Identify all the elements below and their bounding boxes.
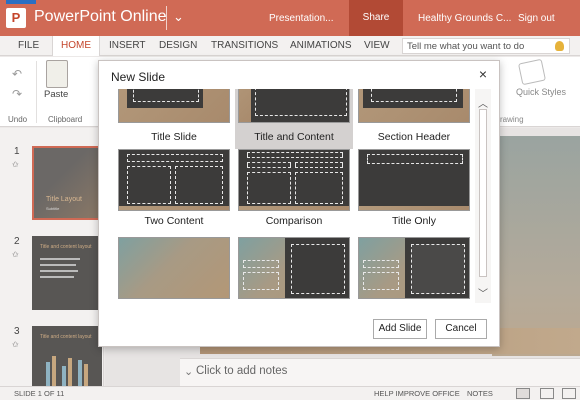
add-slide-button[interactable]: Add Slide bbox=[373, 319, 427, 339]
layout-two-content[interactable]: Two Content bbox=[115, 149, 233, 237]
slide-thumbnail-1[interactable]: Title Layout Subtitle bbox=[32, 146, 102, 220]
bullet-line bbox=[40, 258, 80, 260]
slide-thumbnail-2[interactable]: Title and content layout bbox=[32, 236, 102, 310]
paste-button-label[interactable]: Paste bbox=[44, 89, 68, 100]
tab-design[interactable]: DESIGN bbox=[159, 40, 197, 51]
layout-title-only[interactable]: Title Only bbox=[355, 149, 473, 237]
chart-bar bbox=[46, 362, 50, 386]
layout-preview bbox=[238, 89, 350, 123]
tab-view[interactable]: VIEW bbox=[364, 40, 390, 51]
app-name[interactable]: PowerPoint Online bbox=[34, 8, 167, 26]
undo-group-label: Undo bbox=[8, 115, 28, 124]
chart-bar bbox=[78, 360, 82, 386]
new-slide-dialog: New Slide × Title Slide Title and Conten… bbox=[98, 60, 500, 347]
slide-counter: SLIDE 1 OF 11 bbox=[14, 389, 65, 398]
layout-preview bbox=[118, 237, 230, 299]
chart-bar bbox=[52, 356, 56, 386]
tab-insert[interactable]: INSERT bbox=[109, 40, 146, 51]
layout-label: Title Slide bbox=[151, 131, 197, 143]
thumbnail-title: Title and content layout bbox=[40, 244, 92, 250]
bullet-line bbox=[40, 270, 78, 272]
thumbnail-title: Title and content layout bbox=[40, 334, 92, 340]
layout-blank[interactable] bbox=[115, 237, 233, 303]
tab-animations[interactable]: ANIMATIONS bbox=[290, 40, 351, 51]
scroll-down-icon[interactable]: ﹀ bbox=[478, 285, 488, 300]
layout-label: Title Only bbox=[392, 215, 436, 227]
undo-icon[interactable]: ↶ bbox=[12, 67, 22, 81]
layout-preview bbox=[238, 237, 350, 299]
ribbon-divider bbox=[36, 61, 37, 123]
redo-icon[interactable]: ↷ bbox=[12, 87, 22, 101]
thumbnail-title: Title Layout bbox=[46, 196, 82, 203]
chevron-down-icon[interactable]: ⌄ bbox=[173, 9, 184, 25]
normal-view-icon[interactable] bbox=[516, 388, 530, 399]
notes-toggle[interactable]: NOTES bbox=[467, 389, 493, 398]
close-icon[interactable]: × bbox=[479, 66, 487, 82]
cancel-button[interactable]: Cancel bbox=[435, 319, 487, 339]
document-name[interactable]: Presentation... bbox=[269, 13, 333, 24]
layout-label: Two Content bbox=[144, 215, 204, 227]
slide-edge bbox=[492, 136, 580, 356]
slide-thumbnail-3[interactable]: Title and content layout bbox=[32, 326, 102, 386]
animation-star-icon: ✩ bbox=[12, 160, 19, 169]
layout-preview bbox=[358, 89, 470, 123]
layout-title-and-content[interactable]: Title and Content bbox=[235, 89, 353, 149]
gallery-scrollbar[interactable]: ︿ ﹀ bbox=[475, 89, 491, 303]
chart-bar bbox=[84, 364, 88, 386]
share-button[interactable]: Share bbox=[349, 0, 403, 36]
chart-bar bbox=[62, 366, 66, 386]
animation-star-icon: ✩ bbox=[12, 340, 19, 349]
layout-section-header[interactable]: Section Header bbox=[355, 89, 473, 149]
tab-transitions[interactable]: TRANSITIONS bbox=[211, 40, 278, 51]
slide-sorter-icon[interactable] bbox=[540, 388, 554, 399]
title-divider bbox=[166, 6, 167, 30]
scroll-thumb[interactable] bbox=[479, 109, 487, 277]
layout-preview bbox=[118, 149, 230, 211]
window-accent-strip bbox=[6, 0, 36, 4]
layout-content-with-caption[interactable] bbox=[235, 237, 353, 303]
paste-icon[interactable] bbox=[46, 60, 68, 88]
sign-out-link[interactable]: Sign out bbox=[518, 13, 555, 24]
chevron-down-icon[interactable]: ⌄ bbox=[184, 365, 193, 378]
slide-thumbnail-pane: 1 ✩ Title Layout Subtitle 2 ✩ Title and … bbox=[0, 128, 104, 386]
bullet-line bbox=[40, 276, 74, 278]
layout-label: Comparison bbox=[265, 215, 323, 227]
quick-styles-icon[interactable] bbox=[517, 58, 547, 86]
reading-view-icon[interactable] bbox=[562, 388, 576, 399]
title-bar: P PowerPoint Online ⌄ Presentation... Sh… bbox=[0, 0, 580, 36]
bullet-line bbox=[40, 264, 76, 266]
thumbnail-subtitle: Subtitle bbox=[46, 206, 60, 211]
layout-gallery[interactable]: Title Slide Title and Content Section He… bbox=[111, 89, 475, 303]
notes-pane[interactable]: ⌄ Click to add notes bbox=[180, 358, 580, 386]
powerpoint-logo-icon: P bbox=[6, 8, 26, 28]
layout-picture-with-caption[interactable] bbox=[355, 237, 473, 303]
notes-placeholder[interactable]: Click to add notes bbox=[196, 365, 287, 377]
tab-home[interactable]: HOME bbox=[52, 36, 100, 56]
layout-title-slide[interactable]: Title Slide bbox=[115, 89, 233, 149]
layout-comparison[interactable]: Comparison bbox=[235, 149, 353, 237]
layout-label: Section Header bbox=[377, 131, 451, 143]
scroll-up-icon[interactable]: ︿ bbox=[478, 95, 488, 110]
slide-number: 2 bbox=[14, 236, 20, 247]
clipboard-group-label: Clipboard bbox=[48, 115, 83, 124]
chart-bar bbox=[68, 358, 72, 386]
tell-me-placeholder: Tell me what you want to do bbox=[407, 41, 525, 52]
quick-styles-label[interactable]: Quick Styles bbox=[516, 87, 566, 98]
layout-preview bbox=[238, 149, 350, 211]
tab-file[interactable]: FILE bbox=[18, 40, 39, 51]
animation-star-icon: ✩ bbox=[12, 250, 19, 259]
slide-number: 1 bbox=[14, 146, 20, 157]
tell-me-search-input[interactable]: Tell me what you want to do bbox=[402, 38, 570, 54]
slide-number: 3 bbox=[14, 326, 20, 337]
help-improve-link[interactable]: HELP IMPROVE OFFICE bbox=[374, 389, 460, 398]
dialog-title: New Slide bbox=[111, 70, 166, 84]
layout-preview bbox=[118, 89, 230, 123]
layout-preview bbox=[358, 149, 470, 211]
status-bar: SLIDE 1 OF 11 HELP IMPROVE OFFICE NOTES bbox=[0, 386, 580, 400]
lightbulb-icon bbox=[555, 41, 564, 51]
drawing-group-label: rawing bbox=[500, 115, 524, 124]
user-name[interactable]: Healthy Grounds C... bbox=[418, 13, 511, 24]
layout-label: Title and Content bbox=[254, 131, 334, 143]
layout-preview bbox=[358, 237, 470, 299]
